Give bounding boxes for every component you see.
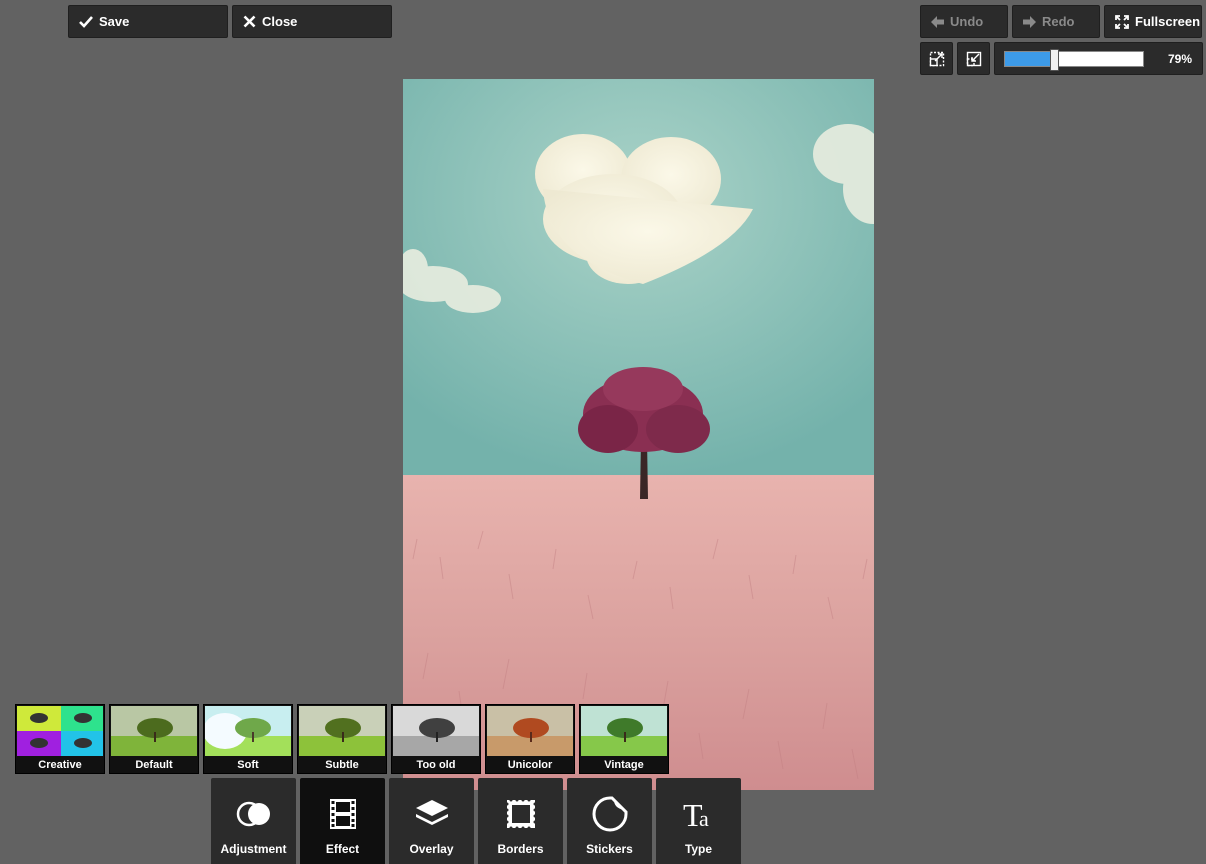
effect-thumb-soft[interactable]: Soft [203,704,293,774]
effect-label: Vintage [604,759,644,771]
tool-label: Type [684,842,713,856]
checkmark-icon [79,15,93,28]
effect-preview-image [487,706,573,756]
zoom-control: 79% [994,42,1203,75]
tool-overlay[interactable]: Overlay [389,778,474,864]
effect-label: Creative [38,759,82,771]
effect-label: Default [135,759,173,771]
effect-label: Too old [416,759,456,771]
effect-preview-image [17,706,103,756]
photo-scene [403,79,874,790]
effect-label: Subtle [325,759,359,771]
zoom-value: 79% [1167,52,1192,66]
close-label: Close [262,14,298,29]
effect-preview-image [205,706,291,756]
zoom-fit-button[interactable] [920,42,953,75]
photo-canvas[interactable] [403,79,874,790]
effect-thumb-too-old[interactable]: Too old [391,704,481,774]
tool-label: Stickers [586,842,633,856]
tool-borders[interactable]: Borders [478,778,563,864]
effect-preview-image [299,706,385,756]
fullscreen-button[interactable]: Fullscreen [1104,5,1202,38]
effect-label: Unicolor [507,759,553,771]
effect-thumb-default[interactable]: Default [109,704,199,774]
svg-text:a: a [699,806,709,831]
redo-label: Redo [1042,14,1075,29]
sticker-icon [567,794,652,834]
effect-thumb-vintage[interactable]: Vintage [579,704,669,774]
effect-thumb-unicolor[interactable]: Unicolor [485,704,575,774]
tool-adjustment[interactable]: Adjustment [211,778,296,864]
save-label: Save [99,14,130,29]
effect-preview-image [581,706,667,756]
effect-label: Soft [237,759,259,771]
arrow-left-icon [931,15,944,28]
effect-thumb-creative[interactable]: Creative [15,704,105,774]
type-icon: T a [656,794,741,834]
close-icon [243,15,256,28]
save-button[interactable]: Save [68,5,228,38]
undo-button[interactable]: Undo [920,5,1008,38]
tool-label: Adjustment [220,842,287,856]
fullscreen-label: Fullscreen [1135,14,1201,29]
tool-effect[interactable]: Effect [300,778,385,864]
zoom-slider[interactable] [1004,49,1144,71]
tool-label: Overlay [409,842,454,856]
zoom-slider-handle[interactable] [1050,49,1059,71]
expand-icon [929,51,944,66]
film-icon [300,794,385,834]
tool-label: Borders [497,842,544,856]
circles-icon [211,794,296,834]
fullscreen-icon [1115,14,1129,29]
undo-label: Undo [950,14,984,29]
effect-preview-image [393,706,479,756]
shrink-icon [966,51,981,66]
effect-preview-image [111,706,197,756]
tool-type[interactable]: T a Type [656,778,741,864]
zoom-actual-button[interactable] [957,42,990,75]
layers-icon [389,794,474,834]
frame-icon [478,794,563,834]
redo-button[interactable]: Redo [1012,5,1100,38]
tool-stickers[interactable]: Stickers [567,778,652,864]
tool-label: Effect [325,842,360,856]
zoom-slider-fill [1005,52,1055,66]
arrow-right-icon [1023,15,1036,28]
close-button[interactable]: Close [232,5,392,38]
effect-thumb-subtle[interactable]: Subtle [297,704,387,774]
